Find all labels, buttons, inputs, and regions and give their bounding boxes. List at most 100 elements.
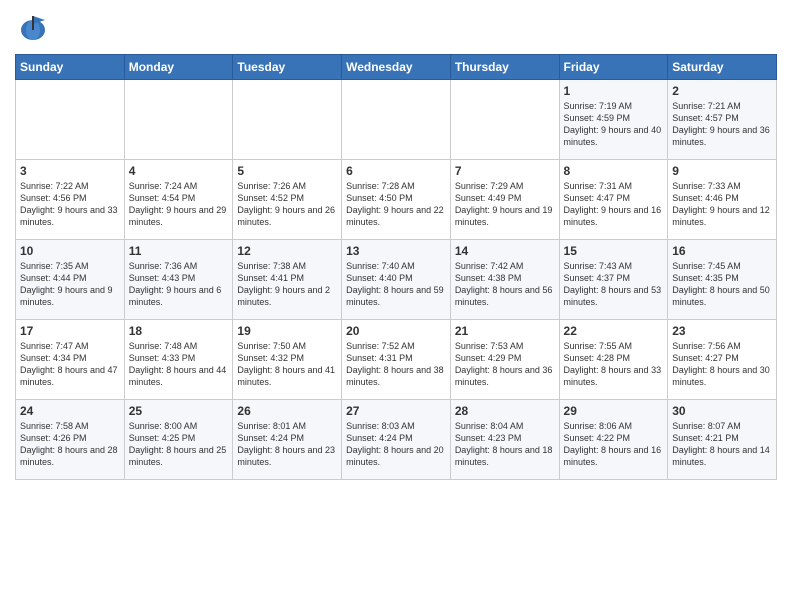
day-cell xyxy=(233,80,342,160)
day-number: 25 xyxy=(129,404,229,418)
calendar-header-row: SundayMondayTuesdayWednesdayThursdayFrid… xyxy=(16,55,777,80)
day-cell: 23 Sunrise: 7:56 AM Sunset: 4:27 PM Dayli… xyxy=(668,320,777,400)
day-number: 26 xyxy=(237,404,337,418)
col-header-saturday: Saturday xyxy=(668,55,777,80)
day-info: Sunrise: 7:56 AM Sunset: 4:27 PM Dayligh… xyxy=(672,340,772,389)
day-cell: 27 Sunrise: 8:03 AM Sunset: 4:24 PM Dayli… xyxy=(342,400,451,480)
day-number: 22 xyxy=(564,324,664,338)
header xyxy=(15,10,777,46)
day-info: Sunrise: 7:22 AM Sunset: 4:56 PM Dayligh… xyxy=(20,180,120,229)
day-number: 17 xyxy=(20,324,120,338)
day-info: Sunrise: 7:19 AM Sunset: 4:59 PM Dayligh… xyxy=(564,100,664,149)
day-info: Sunrise: 7:33 AM Sunset: 4:46 PM Dayligh… xyxy=(672,180,772,229)
week-row-3: 10 Sunrise: 7:35 AM Sunset: 4:44 PM Dayli… xyxy=(16,240,777,320)
day-cell: 17 Sunrise: 7:47 AM Sunset: 4:34 PM Dayli… xyxy=(16,320,125,400)
day-cell: 22 Sunrise: 7:55 AM Sunset: 4:28 PM Dayli… xyxy=(559,320,668,400)
day-number: 10 xyxy=(20,244,120,258)
day-number: 16 xyxy=(672,244,772,258)
day-cell: 29Sunrise: 8:06 AM Sunset: 4:22 PM Dayli… xyxy=(559,400,668,480)
day-info: Sunrise: 8:07 AM Sunset: 4:21 PM Dayligh… xyxy=(672,420,772,469)
day-cell: 14 Sunrise: 7:42 AM Sunset: 4:38 PM Dayli… xyxy=(450,240,559,320)
day-info: Sunrise: 7:38 AM Sunset: 4:41 PM Dayligh… xyxy=(237,260,337,309)
day-number: 23 xyxy=(672,324,772,338)
day-number: 11 xyxy=(129,244,229,258)
day-info: Sunrise: 7:29 AM Sunset: 4:49 PM Dayligh… xyxy=(455,180,555,229)
day-info: Sunrise: 7:50 AM Sunset: 4:32 PM Dayligh… xyxy=(237,340,337,389)
day-cell: 30Sunrise: 8:07 AM Sunset: 4:21 PM Dayli… xyxy=(668,400,777,480)
day-cell: 20 Sunrise: 7:52 AM Sunset: 4:31 PM Dayli… xyxy=(342,320,451,400)
day-cell: 24 Sunrise: 7:58 AM Sunset: 4:26 PM Dayli… xyxy=(16,400,125,480)
day-number: 28 xyxy=(455,404,555,418)
week-row-4: 17 Sunrise: 7:47 AM Sunset: 4:34 PM Dayli… xyxy=(16,320,777,400)
day-number: 24 xyxy=(20,404,120,418)
day-number: 29 xyxy=(564,404,664,418)
col-header-sunday: Sunday xyxy=(16,55,125,80)
col-header-tuesday: Tuesday xyxy=(233,55,342,80)
day-info: Sunrise: 7:47 AM Sunset: 4:34 PM Dayligh… xyxy=(20,340,120,389)
day-number: 27 xyxy=(346,404,446,418)
day-cell: 5Sunrise: 7:26 AM Sunset: 4:52 PM Daylig… xyxy=(233,160,342,240)
day-info: Sunrise: 8:00 AM Sunset: 4:25 PM Dayligh… xyxy=(129,420,229,469)
col-header-thursday: Thursday xyxy=(450,55,559,80)
day-info: Sunrise: 7:36 AM Sunset: 4:43 PM Dayligh… xyxy=(129,260,229,309)
day-info: Sunrise: 7:58 AM Sunset: 4:26 PM Dayligh… xyxy=(20,420,120,469)
day-number: 8 xyxy=(564,164,664,178)
logo xyxy=(15,10,55,46)
week-row-1: 1 Sunrise: 7:19 AM Sunset: 4:59 PM Daylig… xyxy=(16,80,777,160)
day-cell: 12 Sunrise: 7:38 AM Sunset: 4:41 PM Dayli… xyxy=(233,240,342,320)
day-cell: 16 Sunrise: 7:45 AM Sunset: 4:35 PM Dayli… xyxy=(668,240,777,320)
day-number: 9 xyxy=(672,164,772,178)
day-info: Sunrise: 7:35 AM Sunset: 4:44 PM Dayligh… xyxy=(20,260,120,309)
day-number: 20 xyxy=(346,324,446,338)
day-cell xyxy=(16,80,125,160)
day-info: Sunrise: 7:21 AM Sunset: 4:57 PM Dayligh… xyxy=(672,100,772,149)
day-cell: 21 Sunrise: 7:53 AM Sunset: 4:29 PM Dayli… xyxy=(450,320,559,400)
day-info: Sunrise: 7:43 AM Sunset: 4:37 PM Dayligh… xyxy=(564,260,664,309)
day-cell: 13 Sunrise: 7:40 AM Sunset: 4:40 PM Dayli… xyxy=(342,240,451,320)
day-cell: 19 Sunrise: 7:50 AM Sunset: 4:32 PM Dayli… xyxy=(233,320,342,400)
day-number: 2 xyxy=(672,84,772,98)
day-info: Sunrise: 7:45 AM Sunset: 4:35 PM Dayligh… xyxy=(672,260,772,309)
day-info: Sunrise: 7:55 AM Sunset: 4:28 PM Dayligh… xyxy=(564,340,664,389)
day-info: Sunrise: 8:04 AM Sunset: 4:23 PM Dayligh… xyxy=(455,420,555,469)
day-info: Sunrise: 8:01 AM Sunset: 4:24 PM Dayligh… xyxy=(237,420,337,469)
day-info: Sunrise: 7:31 AM Sunset: 4:47 PM Dayligh… xyxy=(564,180,664,229)
day-info: Sunrise: 7:42 AM Sunset: 4:38 PM Dayligh… xyxy=(455,260,555,309)
day-info: Sunrise: 8:03 AM Sunset: 4:24 PM Dayligh… xyxy=(346,420,446,469)
day-number: 4 xyxy=(129,164,229,178)
day-cell: 3 Sunrise: 7:22 AM Sunset: 4:56 PM Daylig… xyxy=(16,160,125,240)
day-number: 14 xyxy=(455,244,555,258)
day-cell: 2 Sunrise: 7:21 AM Sunset: 4:57 PM Daylig… xyxy=(668,80,777,160)
day-cell: 7 Sunrise: 7:29 AM Sunset: 4:49 PM Daylig… xyxy=(450,160,559,240)
day-info: Sunrise: 7:24 AM Sunset: 4:54 PM Dayligh… xyxy=(129,180,229,229)
day-cell xyxy=(342,80,451,160)
day-info: Sunrise: 7:52 AM Sunset: 4:31 PM Dayligh… xyxy=(346,340,446,389)
col-header-monday: Monday xyxy=(124,55,233,80)
day-info: Sunrise: 7:40 AM Sunset: 4:40 PM Dayligh… xyxy=(346,260,446,309)
day-number: 12 xyxy=(237,244,337,258)
day-info: Sunrise: 7:53 AM Sunset: 4:29 PM Dayligh… xyxy=(455,340,555,389)
day-number: 7 xyxy=(455,164,555,178)
week-row-5: 24 Sunrise: 7:58 AM Sunset: 4:26 PM Dayli… xyxy=(16,400,777,480)
day-info: Sunrise: 7:48 AM Sunset: 4:33 PM Dayligh… xyxy=(129,340,229,389)
day-number: 13 xyxy=(346,244,446,258)
col-header-friday: Friday xyxy=(559,55,668,80)
day-number: 19 xyxy=(237,324,337,338)
day-cell: 9 Sunrise: 7:33 AM Sunset: 4:46 PM Daylig… xyxy=(668,160,777,240)
page: SundayMondayTuesdayWednesdayThursdayFrid… xyxy=(0,0,792,612)
day-cell: 11 Sunrise: 7:36 AM Sunset: 4:43 PM Dayli… xyxy=(124,240,233,320)
day-cell: 8 Sunrise: 7:31 AM Sunset: 4:47 PM Daylig… xyxy=(559,160,668,240)
day-number: 15 xyxy=(564,244,664,258)
col-header-wednesday: Wednesday xyxy=(342,55,451,80)
day-cell xyxy=(124,80,233,160)
day-number: 6 xyxy=(346,164,446,178)
day-number: 5 xyxy=(237,164,337,178)
week-row-2: 3 Sunrise: 7:22 AM Sunset: 4:56 PM Daylig… xyxy=(16,160,777,240)
day-number: 18 xyxy=(129,324,229,338)
day-number: 21 xyxy=(455,324,555,338)
day-number: 3 xyxy=(20,164,120,178)
day-number: 1 xyxy=(564,84,664,98)
day-cell: 18 Sunrise: 7:48 AM Sunset: 4:33 PM Dayli… xyxy=(124,320,233,400)
day-cell xyxy=(450,80,559,160)
day-cell: 15 Sunrise: 7:43 AM Sunset: 4:37 PM Dayli… xyxy=(559,240,668,320)
